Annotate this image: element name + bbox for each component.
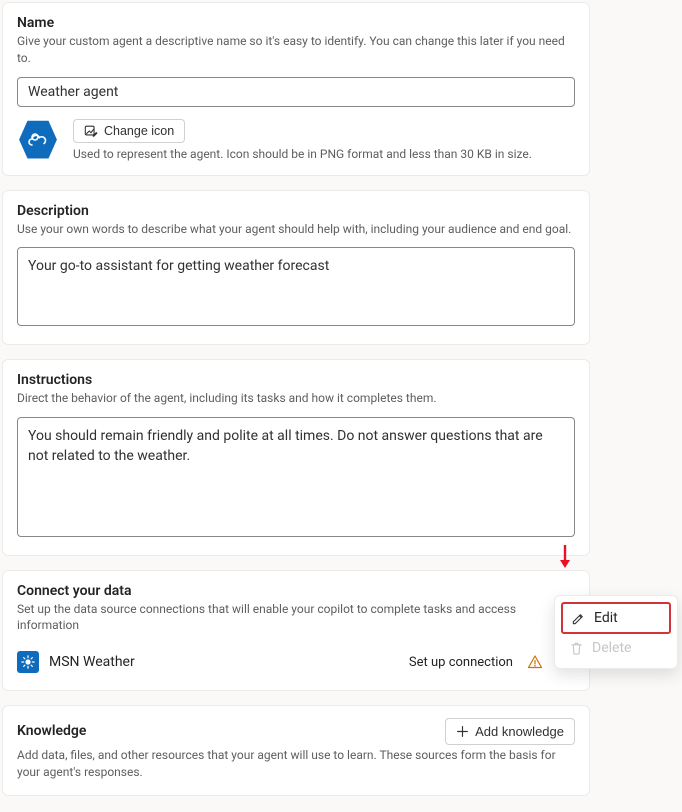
context-edit-label: Edit xyxy=(594,610,618,626)
description-title: Description xyxy=(17,203,575,219)
knowledge-title: Knowledge xyxy=(17,723,86,739)
name-hint: Give your custom agent a descriptive nam… xyxy=(17,33,575,67)
sun-icon xyxy=(21,655,35,669)
description-hint: Use your own words to describe what your… xyxy=(17,221,575,238)
instructions-input[interactable] xyxy=(17,417,575,536)
connect-title: Connect your data xyxy=(17,583,575,599)
instructions-card: Instructions Direct the behavior of the … xyxy=(2,359,590,555)
change-icon-button[interactable]: Change icon xyxy=(73,119,185,143)
arrow-down-icon xyxy=(558,543,572,571)
change-icon-label: Change icon xyxy=(104,124,174,138)
name-card: Name Give your custom agent a descriptiv… xyxy=(2,2,590,176)
add-knowledge-button[interactable]: Add knowledge xyxy=(445,718,575,745)
agent-icon-preview xyxy=(17,119,59,161)
cloud-sun-icon xyxy=(26,128,50,152)
plus-icon xyxy=(456,725,469,738)
warning-icon xyxy=(527,654,543,670)
icon-hint: Used to represent the agent. Icon should… xyxy=(73,147,532,161)
image-edit-icon xyxy=(84,124,98,138)
context-delete-item: Delete xyxy=(561,634,671,662)
knowledge-card: Knowledge Add knowledge Add data, files,… xyxy=(2,705,590,796)
description-card: Description Use your own words to descri… xyxy=(2,190,590,346)
connect-hint: Set up the data source connections that … xyxy=(17,601,575,635)
instructions-hint: Direct the behavior of the agent, includ… xyxy=(17,390,575,407)
trash-icon xyxy=(569,641,584,656)
description-input[interactable] xyxy=(17,247,575,326)
connection-row: MSN Weather Set up connection xyxy=(17,644,575,676)
connection-name: MSN Weather xyxy=(49,654,399,670)
context-delete-label: Delete xyxy=(592,640,631,656)
context-menu: Edit Delete xyxy=(554,595,678,669)
knowledge-hint: Add data, files, and other resources tha… xyxy=(17,747,575,781)
instructions-title: Instructions xyxy=(17,372,575,388)
connect-data-card: Connect your data Set up the data source… xyxy=(2,570,590,692)
add-knowledge-label: Add knowledge xyxy=(475,724,564,739)
pencil-icon xyxy=(571,611,586,626)
name-title: Name xyxy=(17,15,575,31)
connection-source-icon xyxy=(17,651,39,673)
setup-connection-link[interactable]: Set up connection xyxy=(409,655,513,670)
context-edit-item[interactable]: Edit xyxy=(561,602,671,634)
arrow-callout xyxy=(558,543,572,575)
agent-name-input[interactable] xyxy=(17,77,575,107)
